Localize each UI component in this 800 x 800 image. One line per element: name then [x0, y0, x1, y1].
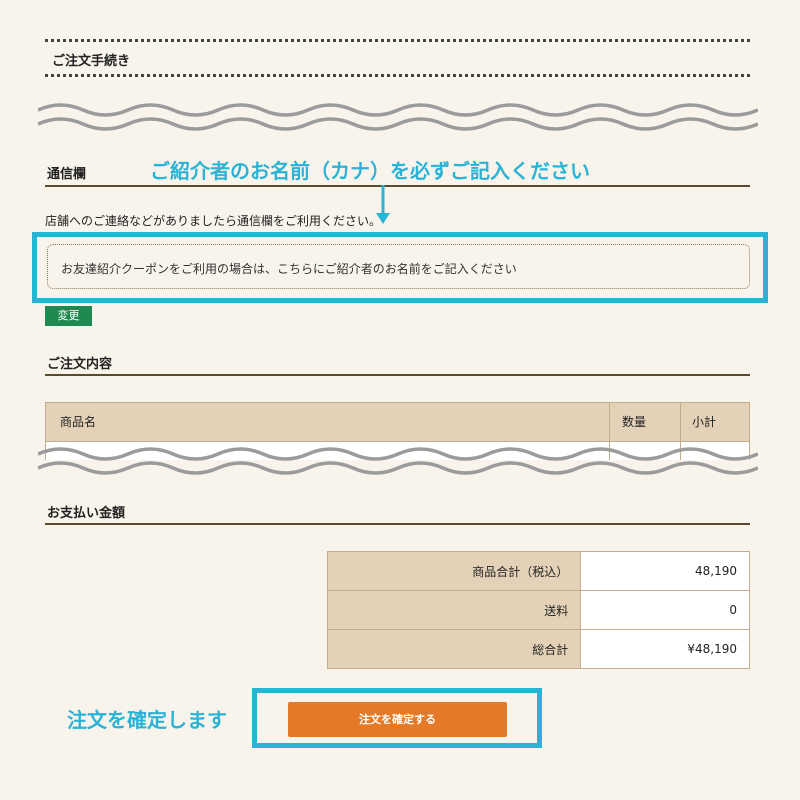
subtotal-value: 48,190 [580, 551, 750, 591]
wave-separator-icon [38, 103, 758, 131]
table-row: 総合計 ¥48,190 [326, 629, 750, 669]
subtotal-label: 商品合計（税込） [326, 551, 582, 591]
column-product-name: 商品名 [60, 415, 97, 429]
column-divider [609, 403, 610, 441]
table-row: 商品合計（税込） 48,190 [326, 551, 750, 591]
referrer-annotation: ご紹介者のお名前（カナ）を必ずご記入ください [150, 159, 590, 183]
order-procedure-title: ご注文手続き [52, 54, 131, 69]
memo-textarea[interactable]: お友達紹介クーポンをご利用の場合は、こちらにご紹介者のお名前をご記入ください [47, 244, 750, 289]
confirm-order-button[interactable]: 注文を確定する [288, 702, 507, 737]
shipping-value: 0 [580, 590, 750, 630]
memo-section-title: 通信欄 [47, 167, 87, 182]
memo-description: 店舗へのご連絡などがありましたら通信欄をご利用ください。 [45, 214, 382, 228]
wave-separator-icon [38, 447, 758, 475]
shipping-label: 送料 [326, 590, 582, 630]
confirm-annotation: 注文を確定します [67, 708, 227, 732]
items-section-title: ご注文内容 [47, 357, 113, 372]
items-table-header: 商品名 数量 小計 [45, 402, 750, 442]
change-button[interactable]: 変更 [45, 306, 92, 326]
payment-title-rule [45, 523, 750, 525]
items-title-rule [45, 374, 750, 376]
payment-section-title: お支払い金額 [47, 506, 126, 521]
total-label: 総合計 [326, 629, 582, 669]
total-value: ¥48,190 [580, 629, 750, 669]
column-divider [680, 403, 681, 441]
column-subtotal: 小計 [692, 415, 717, 429]
table-row: 送料 0 [326, 590, 750, 630]
column-quantity: 数量 [622, 415, 647, 429]
bottom-dotted-divider [45, 74, 750, 77]
top-dotted-divider [45, 39, 750, 42]
payment-table: 商品合計（税込） 48,190 送料 0 総合計 ¥48,190 [326, 551, 750, 669]
memo-title-rule [45, 185, 750, 187]
